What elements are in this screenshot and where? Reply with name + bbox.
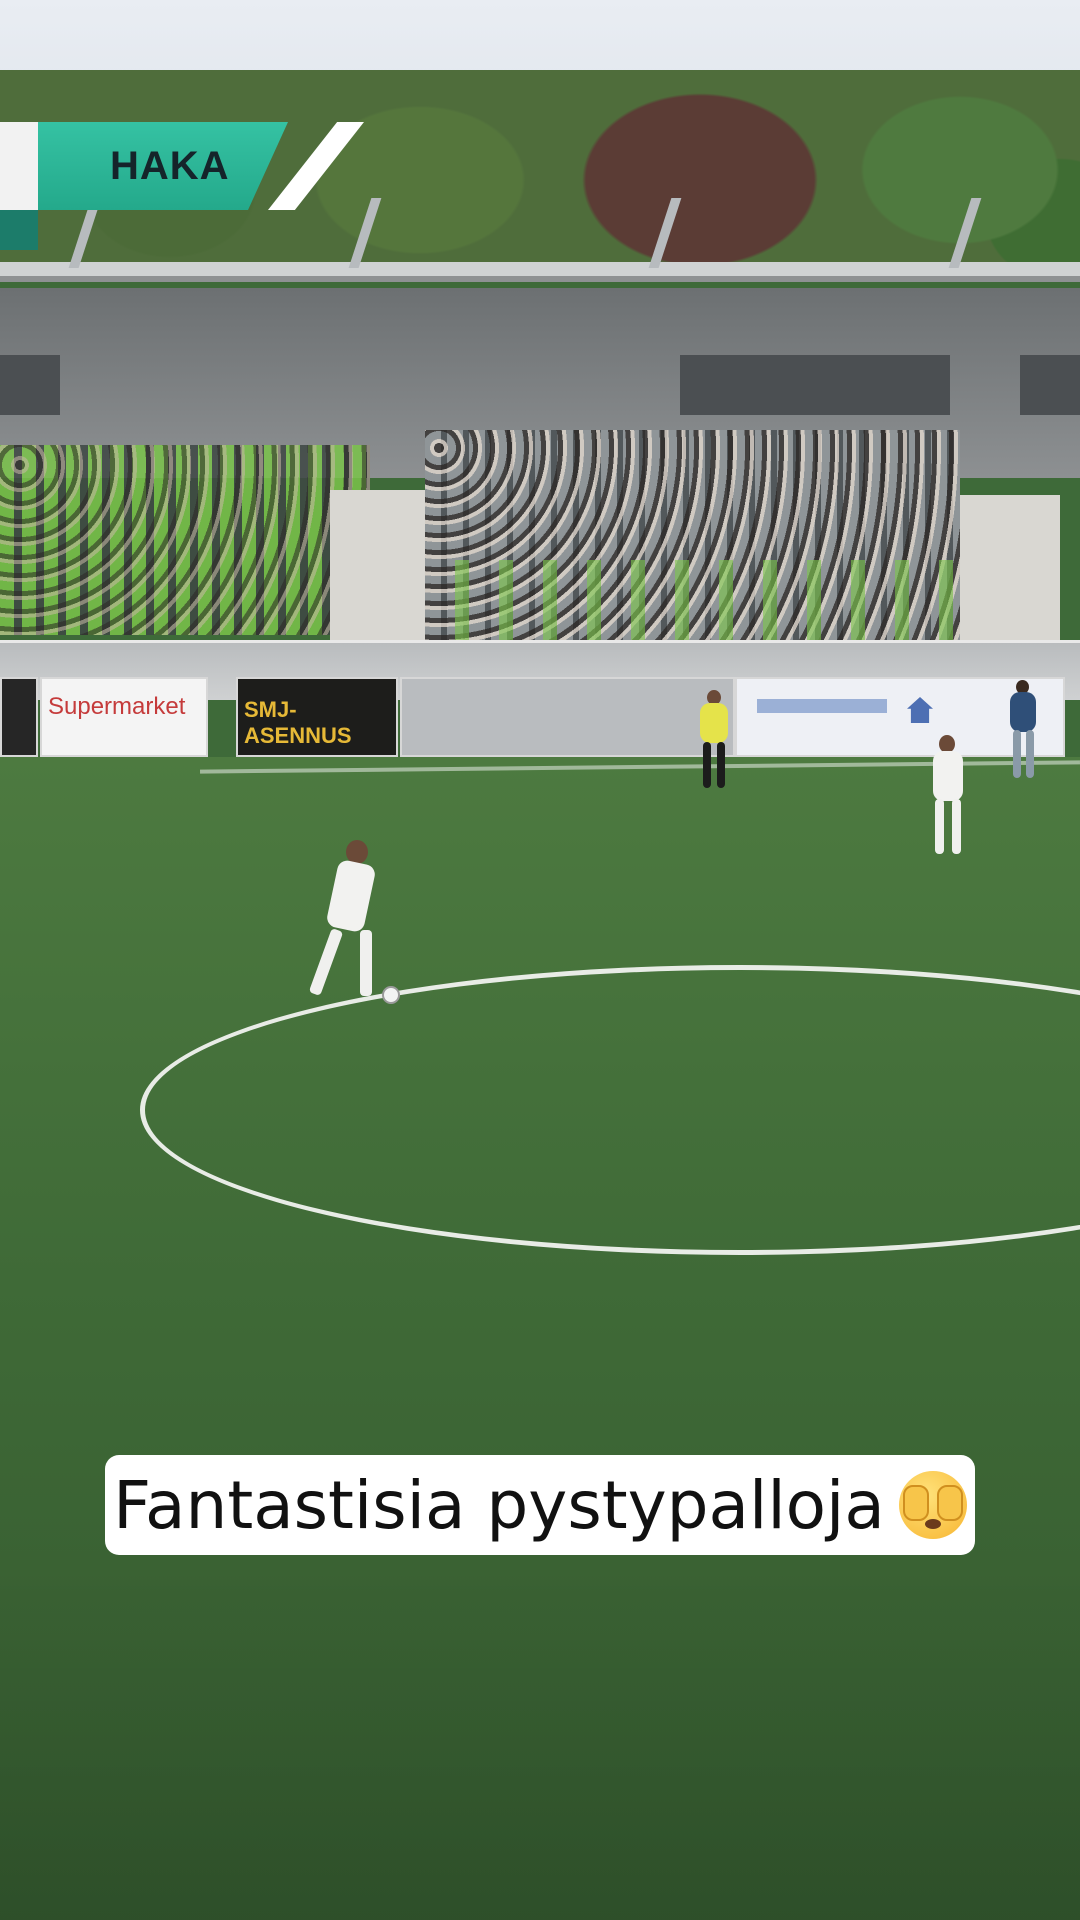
caption-box: Fantastisia pystypalloja xyxy=(105,1455,975,1555)
caption-text: Fantastisia pystypalloja xyxy=(113,1466,885,1544)
adboard-smj: SMJ-ASENNUS xyxy=(236,677,398,757)
adboard-dark xyxy=(0,677,38,757)
adboard-smj-text: SMJ-ASENNUS xyxy=(244,697,352,748)
face-with-open-eyes-and-hand-over-mouth-icon xyxy=(898,1471,967,1539)
pitch-shadow xyxy=(0,1560,1080,1920)
adboard-supermarket: Supermarket xyxy=(40,677,208,757)
stand-window xyxy=(1020,355,1080,415)
adboard-grey xyxy=(400,677,735,757)
scorebug-edge xyxy=(268,122,364,210)
sideline-person xyxy=(1005,680,1041,785)
video-frame[interactable]: Supermarket SMJ-ASENNUS HAKA Fantastisia… xyxy=(0,0,1080,1920)
crowd-left xyxy=(0,445,370,635)
football xyxy=(382,986,400,1004)
stand-window xyxy=(680,355,950,415)
stand-window xyxy=(0,355,60,415)
stand-roof xyxy=(0,262,1080,282)
scorebug: HAKA xyxy=(0,122,370,250)
scorebug-strip xyxy=(0,210,38,250)
referee xyxy=(694,690,734,795)
team-name: HAKA xyxy=(110,144,230,188)
stand-stairs xyxy=(330,490,440,660)
player-white xyxy=(925,735,971,860)
score-box xyxy=(0,122,38,210)
adboard-supermarket-text: Supermarket xyxy=(48,693,186,720)
player-on-ball xyxy=(308,840,390,1005)
seats-green xyxy=(425,560,960,640)
